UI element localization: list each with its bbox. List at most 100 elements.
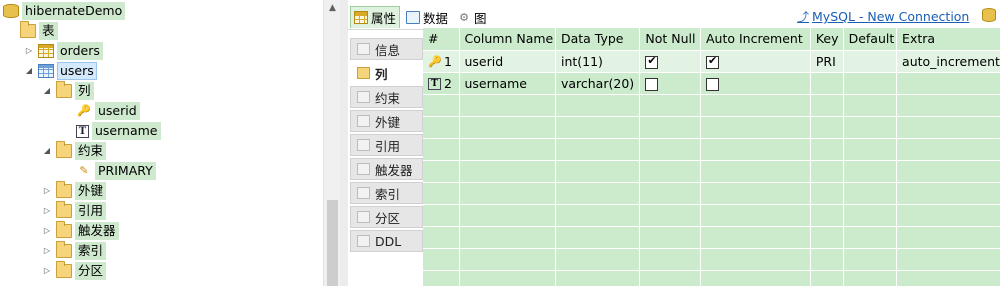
- pane-splitter[interactable]: [340, 0, 348, 286]
- extra-cell[interactable]: [896, 72, 1001, 95]
- tab-diagram[interactable]: ⚙ 图: [454, 6, 490, 28]
- key-cell[interactable]: [810, 72, 844, 95]
- column-header[interactable]: Column Name: [459, 28, 556, 51]
- tree-label-folder[interactable]: 分区: [75, 262, 107, 280]
- row-number-cell[interactable]: 🔑 1: [423, 50, 460, 73]
- column-header[interactable]: Key: [810, 28, 844, 51]
- tree-label-database[interactable]: hibernateDemo: [22, 2, 126, 20]
- collapse-arrow-icon[interactable]: ◢: [42, 146, 52, 156]
- tree-label-folder[interactable]: 索引: [75, 242, 107, 260]
- auto-increment-checkbox[interactable]: [706, 54, 719, 69]
- column-header[interactable]: Default: [843, 28, 898, 51]
- tree-node-column-username[interactable]: T username: [76, 121, 161, 141]
- tree-node-database[interactable]: hibernateDemo: [3, 1, 126, 21]
- not-null-checkbox[interactable]: [645, 77, 659, 91]
- connection-link-label[interactable]: MySQL - New Connection: [812, 9, 969, 24]
- auto-increment-checkbox[interactable]: [706, 77, 719, 91]
- database-icon[interactable]: [982, 8, 996, 22]
- diagram-icon: ⚙: [459, 10, 469, 24]
- extra-cell[interactable]: auto_increment: [896, 50, 1001, 73]
- collapse-arrow-icon[interactable]: ◢: [24, 66, 34, 76]
- side-tab-ddl[interactable]: DDL: [350, 230, 423, 252]
- column-name-cell[interactable]: userid: [459, 50, 556, 73]
- data-type-cell[interactable]: varchar(20): [555, 72, 641, 95]
- tree-node-table-users[interactable]: users: [38, 61, 97, 81]
- default-cell[interactable]: [843, 50, 898, 73]
- side-tab-partitions[interactable]: 分区: [350, 206, 423, 228]
- empty-row: [423, 94, 1001, 117]
- tree-label-folder[interactable]: 触发器: [75, 222, 119, 240]
- tree-node-constraint-primary[interactable]: ✎ PRIMARY: [76, 161, 156, 181]
- expand-arrow-icon[interactable]: ▷: [42, 266, 52, 276]
- tree-scrollbar[interactable]: ▲: [323, 0, 340, 286]
- collapse-arrow-icon[interactable]: ◢: [42, 86, 52, 96]
- row-number-cell[interactable]: T2: [423, 72, 460, 95]
- tree-node-table-orders[interactable]: orders: [38, 41, 103, 61]
- key-cell[interactable]: PRI: [810, 50, 844, 73]
- tree-label-constraints[interactable]: 约束: [75, 142, 107, 160]
- folder-icon: [357, 115, 370, 127]
- expand-arrow-icon[interactable]: ▷: [42, 246, 52, 256]
- tree-label-users[interactable]: users: [57, 62, 97, 80]
- tree-node-indexes[interactable]: 索引: [56, 241, 107, 261]
- auto-increment-cell[interactable]: [700, 50, 811, 73]
- side-tab-label: 索引: [375, 186, 401, 202]
- tree-node-references[interactable]: 引用: [56, 201, 107, 221]
- scroll-up-icon[interactable]: ▲: [324, 0, 340, 17]
- tree-label-primary[interactable]: PRIMARY: [95, 162, 156, 180]
- tab-label: 图: [474, 10, 487, 26]
- tree-node-columns[interactable]: 列: [56, 81, 94, 101]
- table-row[interactable]: 🔑1 userid int(11) PRI auto_increment: [423, 50, 1001, 73]
- side-tab-triggers[interactable]: 触发器: [350, 158, 423, 180]
- columns-grid[interactable]: # Column Name Data Type Not Null Auto In…: [423, 28, 1001, 286]
- tree-label-orders[interactable]: orders: [57, 42, 103, 60]
- tree-node-column-userid[interactable]: 🔑 userid: [76, 101, 140, 121]
- side-tab-indexes[interactable]: 索引: [350, 182, 423, 204]
- column-header[interactable]: Data Type: [555, 28, 641, 51]
- column-header[interactable]: Not Null: [639, 28, 701, 51]
- column-header[interactable]: Extra: [896, 28, 1001, 51]
- tree-node-partitions[interactable]: 分区: [56, 261, 107, 281]
- default-cell[interactable]: [843, 72, 898, 95]
- tree-label-columns[interactable]: 列: [75, 82, 94, 100]
- text-column-icon: T: [76, 124, 89, 138]
- tree-node-constraints[interactable]: 约束: [56, 141, 107, 161]
- expand-arrow-icon[interactable]: ▷: [42, 206, 52, 216]
- not-null-cell[interactable]: [639, 72, 701, 95]
- tab-data[interactable]: 数据: [403, 6, 451, 28]
- schema-tree[interactable]: hibernateDemo 表 ▷ orders ◢ users ◢ 列 🔑 u…: [0, 0, 340, 286]
- tree-label-folder[interactable]: 外键: [75, 182, 107, 200]
- tree-label-column[interactable]: username: [92, 122, 161, 140]
- primary-key-icon: 🔑: [77, 104, 91, 117]
- folder-icon: [56, 141, 72, 158]
- column-header[interactable]: #: [423, 28, 460, 51]
- auto-increment-cell[interactable]: [700, 72, 811, 95]
- side-tab-references[interactable]: 引用: [350, 134, 423, 156]
- grid-header-row: # Column Name Data Type Not Null Auto In…: [423, 28, 1001, 51]
- expand-arrow-icon[interactable]: ▷: [42, 186, 52, 196]
- side-tab-columns[interactable]: 列: [350, 62, 423, 84]
- tab-label: 属性: [371, 11, 397, 26]
- side-tab-info[interactable]: 信息: [350, 38, 423, 60]
- connection-link[interactable]: ⤴ MySQL - New Connection: [797, 8, 969, 25]
- column-header[interactable]: Auto Increment: [700, 28, 811, 51]
- not-null-cell[interactable]: [639, 50, 701, 73]
- scrollbar-thumb[interactable]: [327, 200, 338, 286]
- tree-node-foreign-keys[interactable]: 外键: [56, 181, 107, 201]
- tree-label-tables[interactable]: 表: [39, 22, 58, 40]
- folder-icon: [357, 163, 370, 175]
- not-null-checkbox[interactable]: [645, 54, 659, 69]
- side-tab-foreign-keys[interactable]: 外键: [350, 110, 423, 132]
- table-row[interactable]: T2 username varchar(20): [423, 72, 1001, 95]
- tab-properties[interactable]: 属性: [350, 6, 401, 28]
- tree-node-triggers[interactable]: 触发器: [56, 221, 119, 241]
- expand-arrow-icon[interactable]: ▷: [24, 46, 34, 56]
- expand-arrow-icon[interactable]: ▷: [42, 226, 52, 236]
- side-tab-constraints[interactable]: 约束: [350, 86, 423, 108]
- column-name-cell[interactable]: username: [459, 72, 556, 95]
- tree-label-column[interactable]: userid: [95, 102, 140, 120]
- tree-label-folder[interactable]: 引用: [75, 202, 107, 220]
- folder-icon: [357, 67, 370, 79]
- data-type-cell[interactable]: int(11): [555, 50, 641, 73]
- tree-node-tables[interactable]: 表: [20, 21, 58, 41]
